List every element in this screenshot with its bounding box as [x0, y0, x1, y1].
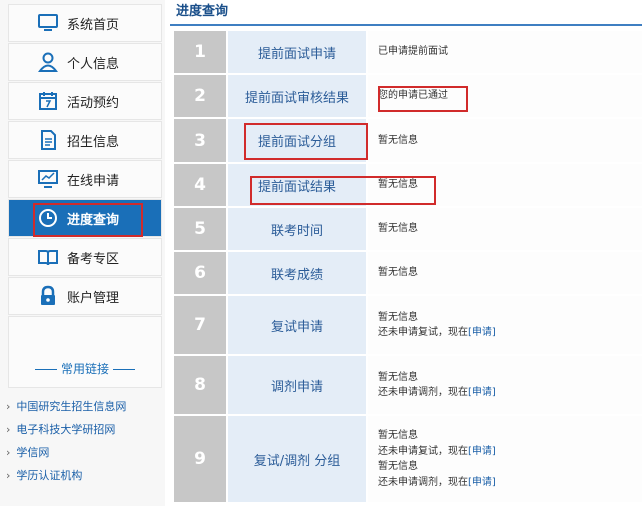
step-name: 提前面试审核结果 — [228, 75, 366, 117]
sidebar-item-label: 系统首页 — [67, 17, 120, 33]
step-detail: 暂无信息 — [368, 208, 642, 250]
step-note: 还未申请调剂，现在[申请] — [378, 385, 642, 401]
sidebar-item-label: 个人信息 — [67, 56, 120, 72]
step-note: 还未申请复试，现在[申请] — [378, 444, 642, 460]
sidebar-item-profile[interactable]: 个人信息 — [8, 43, 162, 81]
lock-icon — [37, 285, 59, 307]
link-cert[interactable]: 学历认证机构 — [6, 464, 166, 487]
step-detail: 暂无信息 还未申请调剂，现在[申请] — [368, 356, 642, 414]
step-name: 复试申请 — [228, 296, 366, 354]
step-note: 还未申请复试，现在[申请] — [378, 325, 642, 341]
step-row: 1 提前面试申请 已申请提前面试 — [174, 31, 642, 73]
step-name: 提前面试结果 — [228, 164, 366, 206]
step-note-text: 还未申请复试，现在 — [378, 327, 468, 338]
sidebar-item-booking[interactable]: 活动预约 — [8, 82, 162, 120]
step-note-text: 还未申请调剂，现在 — [378, 387, 468, 398]
step-number: 4 — [174, 164, 226, 206]
step-status: 暂无信息 — [378, 371, 418, 383]
sidebar-item-admissions[interactable]: 招生信息 — [8, 121, 162, 159]
step-status: 暂无信息 — [378, 179, 418, 191]
link-chsi-yz[interactable]: 中国研究生招生信息网 — [6, 395, 166, 418]
step-row: 4 提前面试结果 暂无信息 — [174, 164, 642, 206]
calendar-icon — [37, 90, 59, 112]
clock-icon — [37, 207, 59, 229]
apply-transfer-link[interactable]: [申请] — [468, 477, 496, 488]
quick-links: 中国研究生招生信息网 电子科技大学研招网 学信网 学历认证机构 — [6, 395, 166, 487]
step-number: 1 — [174, 31, 226, 73]
step-detail: 您的申请已通过 — [368, 75, 642, 117]
sidebar-item-label: 备考专区 — [67, 251, 120, 267]
step-detail: 暂无信息 还未申请复试，现在[申请] — [368, 296, 642, 354]
sidebar-item-label: 账户管理 — [67, 290, 120, 306]
step-detail: 暂无信息 — [368, 252, 642, 294]
step-detail: 暂无信息 还未申请复试，现在[申请] 暂无信息 还未申请调剂，现在[申请] — [368, 416, 642, 502]
step-note-text: 还未申请调剂，现在 — [378, 476, 468, 488]
step-name: 提前面试申请 — [228, 31, 366, 73]
main-panel: 进度查询 1 提前面试申请 已申请提前面试 2 提前面试审核结果 您的申请已通过… — [170, 0, 642, 506]
step-number: 3 — [174, 119, 226, 162]
step-row: 3 提前面试分组 暂无信息 — [174, 119, 642, 162]
document-icon — [37, 129, 59, 151]
step-note-text: 还未申请复试，现在 — [378, 445, 468, 457]
sidebar-spacer — [8, 316, 162, 388]
sidebar-item-label: 在线申请 — [67, 173, 120, 189]
sidebar-item-label: 活动预约 — [67, 95, 120, 111]
sidebar-item-label: 进度查询 — [67, 212, 120, 228]
link-chsi[interactable]: 学信网 — [6, 441, 166, 464]
step-detail: 已申请提前面试 — [368, 31, 642, 73]
step-number: 5 — [174, 208, 226, 250]
step-status: 暂无信息 — [378, 267, 418, 279]
step-number: 8 — [174, 356, 226, 414]
page-title: 进度查询 — [170, 0, 642, 26]
progress-steps: 1 提前面试申请 已申请提前面试 2 提前面试审核结果 您的申请已通过 3 提前… — [174, 31, 642, 504]
user-icon — [37, 51, 59, 73]
monitor-icon — [37, 12, 59, 34]
apply-retest-link[interactable]: [申请] — [468, 446, 496, 457]
sidebar-nav: 系统首页 个人信息 活动预约 招生信息 在线申请 进度查询 备考专区 账户管理 — [8, 4, 162, 388]
step-name: 提前面试分组 — [228, 119, 366, 162]
step-status: 暂无信息 — [378, 430, 418, 441]
screen-chart-icon — [37, 168, 59, 190]
step-name: 联考时间 — [228, 208, 366, 250]
apply-retest-link[interactable]: [申请] — [468, 327, 496, 338]
step-status: 暂无信息 — [378, 134, 418, 146]
step-number: 2 — [174, 75, 226, 117]
step-row: 9 复试/调剂 分组 暂无信息 还未申请复试，现在[申请] 暂无信息 还未申请调… — [174, 416, 642, 502]
book-icon — [37, 246, 59, 268]
apply-transfer-link[interactable]: [申请] — [468, 387, 496, 398]
step-detail: 暂无信息 — [368, 119, 642, 162]
sidebar-item-home[interactable]: 系统首页 — [8, 4, 162, 42]
step-name: 复试/调剂 分组 — [228, 416, 366, 502]
step-number: 6 — [174, 252, 226, 294]
step-name: 联考成绩 — [228, 252, 366, 294]
step-row: 2 提前面试审核结果 您的申请已通过 — [174, 75, 642, 117]
step-detail: 暂无信息 — [368, 164, 642, 206]
sidebar-item-prep[interactable]: 备考专区 — [8, 238, 162, 276]
step-row: 6 联考成绩 暂无信息 — [174, 252, 642, 294]
sidebar: 系统首页 个人信息 活动预约 招生信息 在线申请 进度查询 备考专区 账户管理 … — [0, 0, 165, 506]
step-name: 调剂申请 — [228, 356, 366, 414]
links-title-text: 常用链接 — [60, 362, 109, 376]
sidebar-item-account[interactable]: 账户管理 — [8, 277, 162, 315]
step-status: 您的申请已通过 — [378, 90, 448, 102]
step-status: 暂无信息 — [378, 311, 418, 323]
sidebar-item-apply[interactable]: 在线申请 — [8, 160, 162, 198]
step-row: 5 联考时间 暂无信息 — [174, 208, 642, 250]
step-row: 8 调剂申请 暂无信息 还未申请调剂，现在[申请] — [174, 356, 642, 414]
links-title: 常用链接 — [8, 360, 162, 377]
sidebar-item-progress[interactable]: 进度查询 — [8, 199, 162, 237]
step-status: 暂无信息 — [378, 461, 418, 472]
step-status: 暂无信息 — [378, 223, 418, 235]
step-status: 已申请提前面试 — [378, 46, 448, 58]
step-number: 9 — [174, 416, 226, 502]
step-row: 7 复试申请 暂无信息 还未申请复试，现在[申请] — [174, 296, 642, 354]
step-number: 7 — [174, 296, 226, 354]
step-note: 还未申请调剂，现在[申请] — [378, 475, 642, 491]
sidebar-item-label: 招生信息 — [67, 134, 120, 150]
link-uestc-yz[interactable]: 电子科技大学研招网 — [6, 418, 166, 441]
